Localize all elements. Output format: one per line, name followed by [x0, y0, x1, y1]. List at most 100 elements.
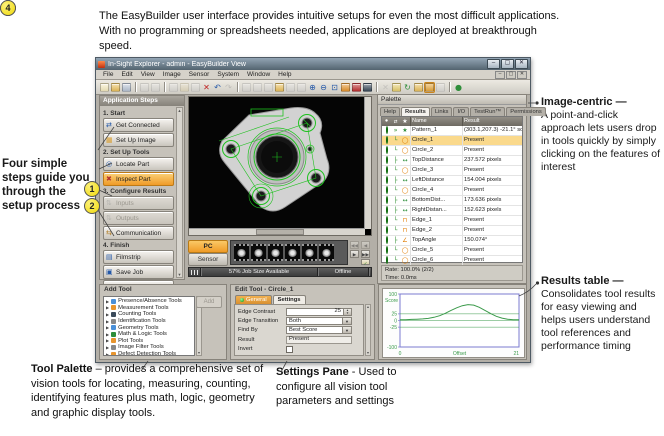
- close-button[interactable]: [515, 59, 528, 69]
- filmstrip-frame[interactable]: [234, 244, 249, 261]
- save-job-button[interactable]: ▣Save Job: [103, 265, 174, 279]
- locate-part-button[interactable]: ◎Locate Part: [103, 157, 174, 171]
- result-row-circle-4[interactable]: └◯Circle_4Present: [382, 186, 522, 196]
- inputs-button[interactable]: ⇅Inputs: [103, 196, 174, 210]
- menu-window[interactable]: Window: [243, 71, 274, 78]
- new-job-icon[interactable]: [100, 83, 109, 92]
- result-row-circle-1[interactable]: └◯Circle_1Present: [382, 136, 522, 146]
- live-video-icon[interactable]: [242, 83, 251, 92]
- menu-edit[interactable]: Edit: [117, 71, 136, 78]
- save-to-sensor-icon[interactable]: [425, 83, 434, 92]
- save-job-icon[interactable]: [122, 83, 131, 92]
- result-row-pattern-1[interactable]: »★Pattern_1(303.1,207.3) -21.1° score...: [382, 126, 522, 136]
- tool-category-measurement-tools[interactable]: Measurement Tools: [104, 305, 194, 312]
- next-frame-button[interactable]: ▶: [350, 250, 359, 258]
- redo-icon[interactable]: ↷: [224, 83, 233, 92]
- palette-tab-help[interactable]: Help: [380, 107, 400, 116]
- print-preview-icon[interactable]: [151, 83, 160, 92]
- spinner-arrows-icon[interactable]: ▲▼: [343, 309, 351, 315]
- edit-tool-scrollbar[interactable]: [365, 304, 371, 356]
- filmstrip[interactable]: [230, 240, 348, 265]
- clear-icon[interactable]: ✕: [381, 83, 390, 92]
- open-image-folder-icon[interactable]: [275, 83, 284, 92]
- display-grid-icon[interactable]: [363, 83, 372, 92]
- menu-image[interactable]: Image: [159, 71, 185, 78]
- palette-tab-links[interactable]: Links: [431, 107, 453, 116]
- result-row-edge-1[interactable]: └⊓Edge_1Present: [382, 216, 522, 226]
- zoom-image-icon[interactable]: [341, 83, 350, 92]
- tool-category-geometry-tools[interactable]: Geometry Tools: [104, 324, 194, 331]
- image-view[interactable]: [188, 96, 372, 236]
- filmstrip-toggle-icon[interactable]: [392, 83, 401, 92]
- outputs-button[interactable]: ⇅Outputs: [103, 211, 174, 225]
- mdi-close-button[interactable]: [517, 71, 527, 79]
- zoom-in-icon[interactable]: ⊕: [308, 83, 317, 92]
- menu-view[interactable]: View: [137, 71, 159, 78]
- result-row-edge-2[interactable]: └⊓Edge_2Present: [382, 226, 522, 236]
- edge-transition-dropdown[interactable]: Both▼: [286, 317, 352, 325]
- filmstrip-frame[interactable]: [285, 244, 300, 261]
- app-steps-scrollbar[interactable]: [176, 107, 183, 278]
- result-row-topangle[interactable]: ├∠TopAngle150.074°: [382, 236, 522, 246]
- tool-category-image-filter-tools[interactable]: Image Filter Tools: [104, 344, 194, 351]
- filmstrip-frame[interactable]: [251, 244, 266, 261]
- print-icon[interactable]: [140, 83, 149, 92]
- result-row-rightdistan[interactable]: ├↔RightDistan...152.623 pixels: [382, 206, 522, 216]
- palette-tab-i-o[interactable]: I/O: [453, 107, 469, 116]
- title-bar[interactable]: In-Sight Explorer - admin - EasyBuilder …: [96, 58, 530, 70]
- find-by-dropdown[interactable]: Best Score▼: [286, 326, 352, 334]
- image-vertical-scrollbar[interactable]: [364, 97, 371, 229]
- minimize-button[interactable]: [487, 59, 500, 69]
- last-frame-button[interactable]: ▶▶: [361, 250, 370, 258]
- filmstrip-frame[interactable]: [268, 244, 283, 261]
- accept-frame-button[interactable]: [361, 259, 370, 265]
- get-connected-button[interactable]: ⇄Get Connected: [103, 118, 174, 132]
- tool-category-plot-tools[interactable]: Plot Tools: [104, 338, 194, 345]
- result-row-leftdistance[interactable]: ├↔LeftDistance154.004 pixels: [382, 176, 522, 186]
- result-row-topdistance[interactable]: ├↔TopDistance237.572 pixels: [382, 156, 522, 166]
- play-icon[interactable]: [297, 83, 306, 92]
- tool-category-counting-tools[interactable]: Counting Tools: [104, 311, 194, 318]
- menu-help[interactable]: Help: [274, 71, 295, 78]
- result-row-circle-5[interactable]: └◯Circle_5Present: [382, 246, 522, 256]
- tool-category-defect-detection-tools[interactable]: Defect Detection Tools: [104, 351, 194, 356]
- first-frame-button[interactable]: ◀◀: [350, 241, 359, 249]
- dropdown-arrow-icon[interactable]: ▼: [342, 318, 351, 324]
- palette-tab-permissions[interactable]: Permissions: [506, 107, 546, 116]
- dropdown-arrow-icon[interactable]: ▼: [342, 327, 351, 333]
- maximize-button[interactable]: [501, 59, 514, 69]
- open-job-icon[interactable]: [111, 83, 120, 92]
- menu-file[interactable]: File: [99, 71, 117, 78]
- delete-icon[interactable]: ✕: [202, 83, 211, 92]
- mdi-minimize-button[interactable]: [495, 71, 505, 79]
- menu-sensor[interactable]: Sensor: [185, 71, 214, 78]
- paste-icon[interactable]: [191, 83, 200, 92]
- undo-icon[interactable]: ↶: [213, 83, 222, 92]
- refresh-icon[interactable]: ↻: [403, 83, 412, 92]
- filmstrip-frame[interactable]: [302, 244, 317, 261]
- sensor-button[interactable]: Sensor: [188, 253, 228, 266]
- online-status-icon[interactable]: ●: [454, 83, 463, 92]
- continuous-trigger-icon[interactable]: [264, 83, 273, 92]
- tool-category-identification-tools[interactable]: Identification Tools: [104, 318, 194, 325]
- zoom-fit-icon[interactable]: ⊡: [330, 83, 339, 92]
- cut-icon[interactable]: [169, 83, 178, 92]
- edit-tool-tab-general[interactable]: General: [235, 295, 272, 304]
- menu-system[interactable]: System: [213, 71, 243, 78]
- palette-tab-testrun[interactable]: TestRun™: [470, 107, 505, 116]
- invert-checkbox[interactable]: [286, 346, 293, 353]
- tool-category-presence-absence-tools[interactable]: Presence/Absence Tools: [104, 298, 194, 305]
- zoom-out-icon[interactable]: ⊖: [319, 83, 328, 92]
- result-row-bottomdist[interactable]: ├↔BottomDist...173.636 pixels: [382, 196, 522, 206]
- pc-button[interactable]: PC: [188, 240, 228, 253]
- result-row-circle-2[interactable]: └◯Circle_2Present: [382, 146, 522, 156]
- result-row-circle-3[interactable]: └◯Circle_3Present: [382, 166, 522, 176]
- logon-icon[interactable]: [414, 83, 423, 92]
- trigger-icon[interactable]: [253, 83, 262, 92]
- edit-tool-tab-settings[interactable]: Settings: [273, 295, 306, 304]
- copy-icon[interactable]: [180, 83, 189, 92]
- communication-button[interactable]: ⇆Communication: [103, 226, 174, 240]
- image-horizontal-scrollbar[interactable]: [189, 228, 365, 235]
- set-up-image-button[interactable]: ▦Set Up Image: [103, 133, 174, 147]
- palette-tab-results[interactable]: Results: [401, 107, 430, 116]
